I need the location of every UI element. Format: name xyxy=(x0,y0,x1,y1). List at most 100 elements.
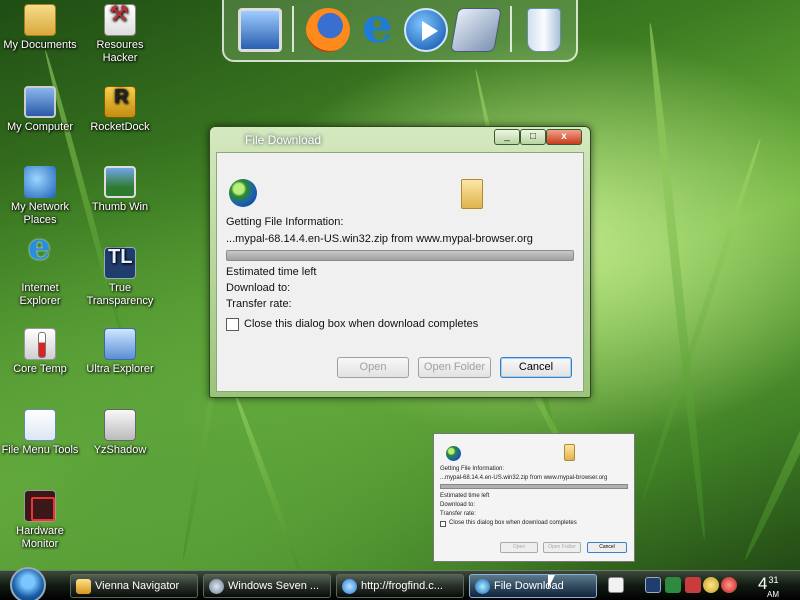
desktop-icon-label: Thumb Win xyxy=(91,201,149,213)
desktop-icon-true-transparency[interactable]: True Transparency xyxy=(80,247,160,308)
recycle-bin-icon[interactable] xyxy=(527,8,561,52)
taskbar-button-windows-seven[interactable]: Windows Seven ... xyxy=(203,574,331,598)
folder-icon xyxy=(461,179,483,209)
preview-download-to-label: Download to: xyxy=(440,502,476,508)
globe-icon xyxy=(229,179,257,207)
folder-icon xyxy=(564,444,575,461)
taskbar-thumbnail-preview[interactable]: Getting File Information: ...mypal-68.14… xyxy=(433,433,635,562)
maximize-button[interactable]: □ xyxy=(520,129,546,145)
file-download-dialog: File Download _ □ x Getting File Informa… xyxy=(209,126,591,398)
preview-status-text: Getting File Information: xyxy=(440,466,505,472)
drive-icon[interactable] xyxy=(450,8,502,52)
clock-minute: 31 xyxy=(768,575,779,585)
help-icon[interactable] xyxy=(608,577,624,593)
desktop-icon-core-temp[interactable]: Core Temp xyxy=(0,328,80,376)
desktop-icon-resource-hacker[interactable]: Resoures Hacker xyxy=(80,4,160,65)
estimated-time-label: Estimated time left xyxy=(226,266,317,278)
progress-fill xyxy=(227,251,573,260)
open-folder-button[interactable]: Open Folder xyxy=(418,357,491,378)
desktop-icon-label: My Computer xyxy=(6,121,74,133)
dialog-body: Getting File Information: ...mypal-68.14… xyxy=(216,152,584,392)
taskbar-button-file-download[interactable]: File Download xyxy=(469,574,597,598)
desktop-icon-my-computer[interactable]: My Computer xyxy=(0,86,80,134)
preview-estimated-time-label: Estimated time left xyxy=(440,493,490,499)
computer-icon xyxy=(24,86,56,118)
globe-icon xyxy=(446,446,461,461)
close-when-done-label: Close this dialog box when download comp… xyxy=(244,318,479,330)
download-progress-bar xyxy=(226,250,574,261)
my-computer-icon[interactable] xyxy=(238,8,282,52)
file-source-text: ...mypal-68.14.4.en-US.win32.zip from ww… xyxy=(226,233,533,245)
status-text: Getting File Information: xyxy=(226,216,344,228)
dialog-titlebar[interactable]: File Download _ □ x xyxy=(210,127,590,152)
internet-explorer-icon xyxy=(24,241,56,279)
desktop-icon-label: YzShadow xyxy=(93,444,147,456)
desktop-icon-internet-explorer[interactable]: Internet Explorer xyxy=(0,241,80,308)
preview-checkbox-label: Close this dialog box when download comp… xyxy=(449,520,577,526)
thumb-win-icon xyxy=(104,166,136,198)
yzshadow-icon xyxy=(104,409,136,441)
dialog-title: File Download xyxy=(245,133,322,147)
folder-icon xyxy=(24,4,56,36)
dock-separator xyxy=(510,6,512,52)
desktop-icon-hardware-monitor[interactable]: Hardware Monitor xyxy=(0,490,80,551)
transfer-rate-label: Transfer rate: xyxy=(226,298,292,310)
download-icon xyxy=(475,579,490,594)
internet-explorer-icon[interactable] xyxy=(356,0,400,54)
desktop-icon-ultra-explorer[interactable]: Ultra Explorer xyxy=(80,328,160,376)
preview-transfer-rate-label: Transfer rate: xyxy=(440,511,476,517)
taskbar-button-frogfind[interactable]: http://frogfind.c... xyxy=(336,574,464,598)
start-button[interactable] xyxy=(10,567,46,600)
preview-file-text: ...mypal-68.14.4.en-US.win32.zip from ww… xyxy=(440,475,608,481)
desktop-icon-label: File Menu Tools xyxy=(1,444,79,456)
desktop-icon-rocketdock[interactable]: RocketDock xyxy=(80,86,160,134)
desktop-icon-thumb-win[interactable]: Thumb Win xyxy=(80,166,160,214)
ultra-explorer-icon xyxy=(104,328,136,360)
rocketdock-bar xyxy=(222,0,578,62)
preview-open-folder-button: Open Folder xyxy=(543,542,581,553)
close-button[interactable]: x xyxy=(546,129,582,145)
media-player-icon[interactable] xyxy=(404,8,448,52)
desktop-icon-yzshadow[interactable]: YzShadow xyxy=(80,409,160,457)
close-tray-icon[interactable] xyxy=(721,577,737,593)
clock[interactable]: 431 AM xyxy=(758,574,779,599)
thermometer-icon xyxy=(24,328,56,360)
vienna-icon xyxy=(76,579,91,594)
clock-period: AM xyxy=(767,590,779,599)
open-button[interactable]: Open xyxy=(337,357,409,378)
file-menu-tools-icon xyxy=(24,409,56,441)
window-icon xyxy=(209,579,224,594)
preview-progress-bar xyxy=(440,484,628,489)
preview-open-button: Open xyxy=(500,542,538,553)
preview-cancel-button: Cancel xyxy=(587,542,627,553)
desktop-icon-label: Resoures Hacker xyxy=(96,39,144,64)
download-to-label: Download to: xyxy=(226,282,291,294)
cancel-button[interactable]: Cancel xyxy=(500,357,572,378)
firefox-icon[interactable] xyxy=(306,8,350,52)
rocketdock-icon xyxy=(104,86,136,118)
internet-explorer-icon xyxy=(342,579,357,594)
close-when-done-checkbox[interactable] xyxy=(226,318,239,331)
smiley-tray-icon[interactable] xyxy=(703,577,719,593)
desktop-icon-file-menu-tools[interactable]: File Menu Tools xyxy=(0,409,80,457)
desktop-icon-label: My Network Places xyxy=(10,201,70,226)
desktop-icon-label: Hardware Monitor xyxy=(16,525,64,550)
desktop-icon-label: Core Temp xyxy=(13,363,67,375)
taskbar-button-vienna-navigator[interactable]: Vienna Navigator xyxy=(70,574,198,598)
minimize-button[interactable]: _ xyxy=(494,129,520,145)
desktop-icon-label: Ultra Explorer xyxy=(86,363,154,375)
desktop-icon-label: RocketDock xyxy=(90,121,150,133)
cpu-tray-icon[interactable] xyxy=(685,577,701,593)
taskbar: Vienna Navigator Windows Seven ... http:… xyxy=(0,567,800,600)
true-transparency-tray-icon[interactable] xyxy=(645,577,661,593)
desktop-icon-label: Internet Explorer xyxy=(19,282,61,307)
preview-checkbox xyxy=(440,521,446,527)
desktop-icon-label: True Transparency xyxy=(86,282,154,307)
network-tray-icon[interactable] xyxy=(665,577,681,593)
desktop-icon-my-network-places[interactable]: My Network Places xyxy=(0,166,80,227)
desktop-icon-my-documents[interactable]: My Documents xyxy=(0,4,80,52)
network-icon xyxy=(24,166,56,198)
hardware-monitor-icon xyxy=(24,490,56,522)
dock-separator xyxy=(292,6,294,52)
mouse-cursor-icon xyxy=(548,575,555,589)
